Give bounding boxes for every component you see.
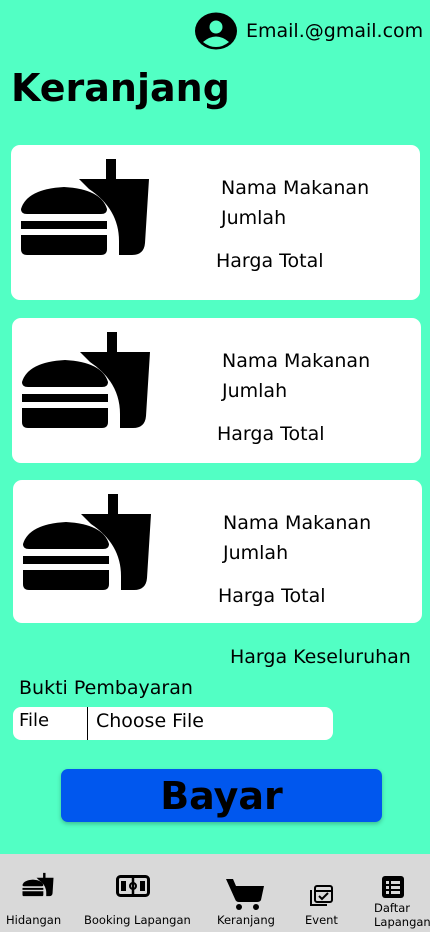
cart-icon xyxy=(226,879,264,910)
item-name: Nama Makanan xyxy=(222,350,371,372)
cart-item-card[interactable]: Nama Makanan Jumlah Harga Total xyxy=(11,145,420,300)
cart-item-card[interactable]: Nama Makanan Jumlah Harga Total xyxy=(12,318,421,463)
cart-item-card[interactable]: Nama Makanan Jumlah Harga Total xyxy=(13,480,422,623)
item-name: Nama Makanan xyxy=(223,512,372,534)
nav-label: Booking Lapangan xyxy=(84,913,191,927)
choose-file-button[interactable]: Choose File xyxy=(88,707,204,740)
nav-label: Hidangan xyxy=(6,913,62,927)
list-icon xyxy=(382,876,404,898)
item-quantity: Jumlah xyxy=(223,542,289,564)
account-circle-icon xyxy=(195,12,237,50)
user-email: Email.@gmail.com xyxy=(246,20,424,42)
nav-label: Event xyxy=(305,913,338,927)
event-calendar-icon xyxy=(310,885,333,906)
stadium-icon xyxy=(116,875,150,897)
item-name: Nama Makanan xyxy=(221,177,370,199)
fastfood-icon xyxy=(22,872,54,898)
nav-item-daftar-lapangan[interactable]: Daftar Lapangan xyxy=(368,854,430,932)
item-quantity: Jumlah xyxy=(221,207,287,229)
nav-item-booking-lapangan[interactable]: Booking Lapangan xyxy=(80,854,195,932)
grand-total-label: Harga Keseluruhan xyxy=(230,646,411,668)
fastfood-icon xyxy=(19,159,151,259)
item-total: Harga Total xyxy=(217,423,325,445)
page-title: Keranjang xyxy=(11,66,230,110)
fastfood-icon xyxy=(21,494,153,594)
user-header[interactable]: Email.@gmail.com xyxy=(194,12,423,50)
bottom-nav: Hidangan Booking Lapangan Keranjang Even… xyxy=(0,854,430,932)
nav-item-hidangan[interactable]: Hidangan xyxy=(0,854,68,932)
fastfood-icon xyxy=(20,332,152,432)
nav-item-keranjang[interactable]: Keranjang xyxy=(210,854,280,932)
item-total: Harga Total xyxy=(218,585,326,607)
file-upload-field[interactable]: File Choose File xyxy=(13,707,333,740)
nav-label: Daftar Lapangan xyxy=(374,901,430,929)
pay-button[interactable]: Bayar xyxy=(61,769,382,822)
item-total: Harga Total xyxy=(216,250,324,272)
nav-item-event[interactable]: Event xyxy=(298,854,348,932)
item-quantity: Jumlah xyxy=(222,380,288,402)
payment-proof-label: Bukti Pembayaran xyxy=(19,677,193,699)
nav-label: Keranjang xyxy=(217,913,275,927)
file-field-label: File xyxy=(13,707,88,740)
